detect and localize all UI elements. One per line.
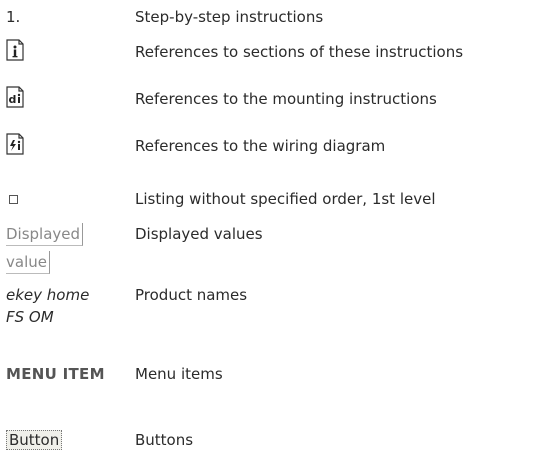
- displayed-value-line-2: value: [6, 251, 50, 274]
- product-name-symbol: ekey home FS OM: [6, 286, 90, 326]
- button-symbol: Button: [6, 429, 63, 451]
- displayed-value-line-1: Displayed: [6, 223, 84, 246]
- menu-item-symbol: MENU ITEM: [6, 365, 105, 383]
- svg-text:d: d: [9, 93, 17, 106]
- mounting-document-icon-svg: d: [6, 86, 24, 108]
- displayed-values-description: Displayed values: [135, 225, 263, 243]
- button-symbol-label: Button: [6, 430, 63, 450]
- step-number-symbol: 1.: [6, 8, 21, 26]
- buttons-description: Buttons: [135, 431, 194, 449]
- wiring-document-icon: [6, 133, 24, 155]
- info-document-icon-svg: [6, 39, 24, 61]
- wiring-document-icon-svg: [6, 133, 24, 155]
- step-description: Step-by-step instructions: [135, 8, 324, 26]
- product-names-description: Product names: [135, 286, 248, 304]
- displayed-value-symbol: Displayed value: [6, 223, 106, 274]
- square-bullet-icon: [8, 188, 18, 204]
- mounting-document-icon: d: [6, 86, 24, 108]
- section-reference-description: References to sections of these instruct…: [135, 43, 464, 61]
- menu-items-description: Menu items: [135, 365, 223, 383]
- listing-description: Listing without specified order, 1st lev…: [135, 190, 436, 208]
- mounting-reference-description: References to the mounting instructions: [135, 90, 437, 108]
- wiring-reference-description: References to the wiring diagram: [135, 137, 386, 155]
- info-document-icon: [6, 39, 24, 61]
